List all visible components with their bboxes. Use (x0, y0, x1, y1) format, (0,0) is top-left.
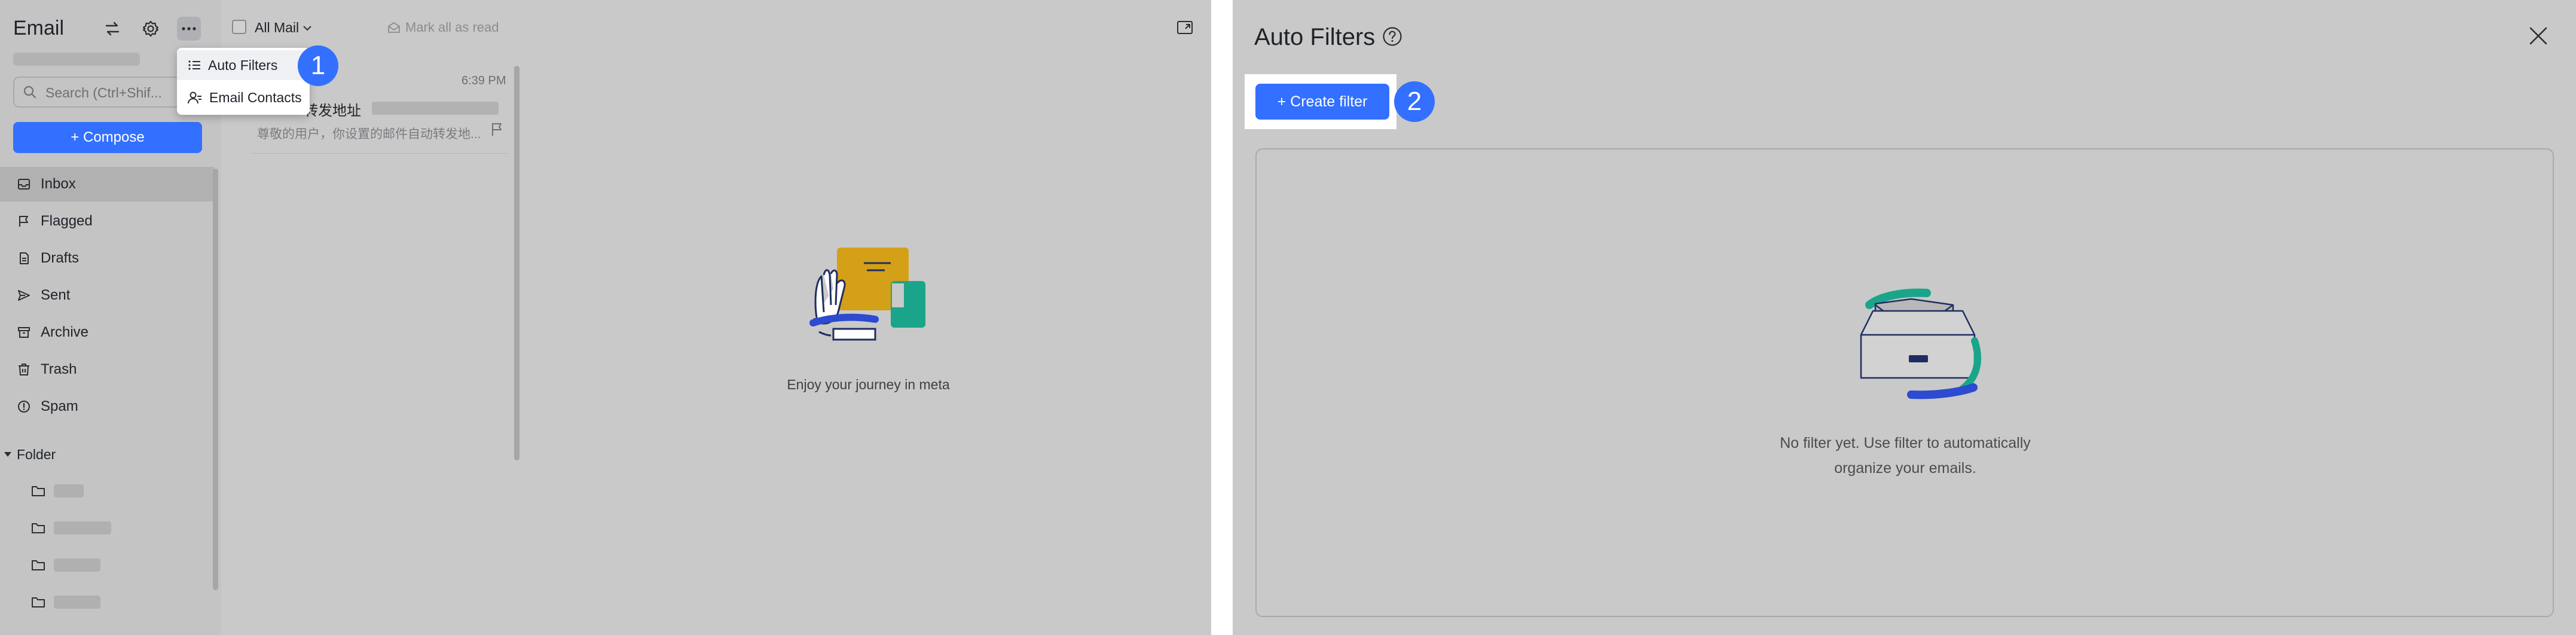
compose-label: + Compose (71, 129, 145, 145)
create-filter-label: + Create filter (1277, 93, 1368, 110)
sidebar-scrollbar[interactable] (213, 169, 218, 590)
compose-button[interactable]: + Compose (13, 122, 202, 153)
nav-label: Inbox (41, 176, 76, 192)
chevron-down-icon (302, 25, 312, 32)
draft-icon (16, 251, 32, 265)
nav-item-drafts[interactable]: Drafts (0, 241, 214, 276)
nav-label: Archive (41, 324, 89, 340)
close-icon[interactable] (2529, 26, 2548, 45)
menu-item-email-contacts[interactable]: Email Contacts (177, 83, 310, 112)
nav-item-archive[interactable]: Archive (0, 315, 214, 350)
flag-icon[interactable] (490, 122, 503, 136)
nav-item-flagged[interactable]: Flagged (0, 204, 214, 239)
search-icon (23, 85, 37, 99)
nav-item-sent[interactable]: Sent (0, 278, 214, 313)
folder-icon (31, 522, 45, 534)
mail-subject: 转发地址 (304, 103, 361, 119)
folder-item[interactable] (31, 593, 151, 611)
folder-icon (31, 559, 45, 571)
folder-label: Folder (17, 446, 56, 462)
empty-inbox-illustration (1851, 275, 1995, 407)
folder-item[interactable] (31, 482, 151, 500)
nav-item-spam[interactable]: Spam (0, 389, 214, 424)
email-app-screenshot: Email Search (Ctrl+Shif... + Compose Inb… (0, 0, 1211, 635)
more-options-icon[interactable] (177, 17, 201, 41)
filter-list-empty-state: No filter yet. Use filter to automatical… (1255, 148, 2554, 617)
mark-all-read-button[interactable]: Mark all as read (387, 20, 499, 35)
mail-filter-label: All Mail (255, 20, 300, 35)
empty-state-line-1: No filter yet. Use filter to automatical… (1780, 435, 2031, 451)
more-options-menu: Auto Filters Email Contacts (177, 48, 310, 115)
nav-label: Drafts (41, 250, 80, 266)
nav-item-inbox[interactable]: Inbox (0, 167, 214, 202)
mail-subject-placeholder (372, 102, 499, 115)
nav-label: Trash (41, 361, 77, 377)
account-address-placeholder (13, 53, 140, 66)
create-filter-button[interactable]: + Create filter (1255, 84, 1389, 120)
flag-icon (16, 214, 32, 228)
search-input[interactable]: Search (Ctrl+Shif... (13, 77, 181, 108)
switch-icon[interactable] (100, 17, 124, 41)
dialog-title: Auto Filters (1254, 24, 1376, 50)
step-badge-2: 2 (1394, 81, 1435, 122)
mail-preview: 尊敬的用户，你设置的邮件自动转发地... (257, 127, 481, 141)
folder-name-placeholder (54, 596, 100, 609)
caret-down-icon (4, 451, 12, 457)
mark-all-read-label: Mark all as read (405, 20, 499, 35)
step-badge-1: 1 (298, 45, 338, 86)
welcome-illustration (807, 239, 933, 353)
settings-icon[interactable] (139, 17, 163, 41)
empty-state-line-2: organize your emails. (1834, 460, 1976, 477)
menu-item-label: Email Contacts (209, 89, 302, 105)
nav-label: Spam (41, 398, 78, 414)
nav-item-trash[interactable]: Trash (0, 352, 214, 387)
folder-item[interactable] (31, 519, 151, 537)
auto-filters-dialog: Auto Filters + Create filter 2 No filter… (1233, 0, 2576, 635)
select-all-checkbox[interactable] (232, 20, 246, 34)
send-icon (16, 288, 32, 303)
folder-icon (31, 485, 45, 497)
folder-icon (31, 596, 45, 608)
help-icon[interactable] (1382, 26, 1402, 47)
folder-name-placeholder (54, 558, 100, 572)
panel-gap (1211, 0, 1233, 635)
app-title: Email (13, 17, 65, 39)
folder-section-toggle[interactable]: Folder (0, 444, 56, 465)
inbox-icon (16, 177, 32, 191)
trash-icon (16, 362, 32, 377)
divider (251, 153, 508, 154)
folder-item[interactable] (31, 556, 151, 574)
contacts-icon (188, 91, 202, 104)
mail-time: 6:39 PM (462, 74, 506, 87)
empty-state-text: No filter yet. Use filter to automatical… (1747, 431, 2064, 481)
mail-filter-dropdown[interactable]: All Mail (255, 20, 312, 36)
list-icon (188, 59, 201, 71)
reading-pane-caption: Enjoy your journey in meta (787, 377, 950, 392)
search-placeholder: Search (Ctrl+Shif... (45, 85, 162, 100)
popout-window-icon[interactable] (1177, 19, 1193, 35)
envelope-open-icon (387, 22, 401, 33)
mail-list-scrollbar[interactable] (514, 66, 520, 460)
menu-item-label: Auto Filters (208, 57, 278, 73)
nav-label: Flagged (41, 213, 93, 229)
archive-icon (16, 325, 32, 340)
menu-item-auto-filters[interactable]: Auto Filters (177, 50, 310, 80)
folder-name-placeholder (54, 484, 84, 497)
spam-icon (16, 399, 32, 414)
nav-label: Sent (41, 287, 71, 303)
folder-name-placeholder (54, 521, 111, 535)
